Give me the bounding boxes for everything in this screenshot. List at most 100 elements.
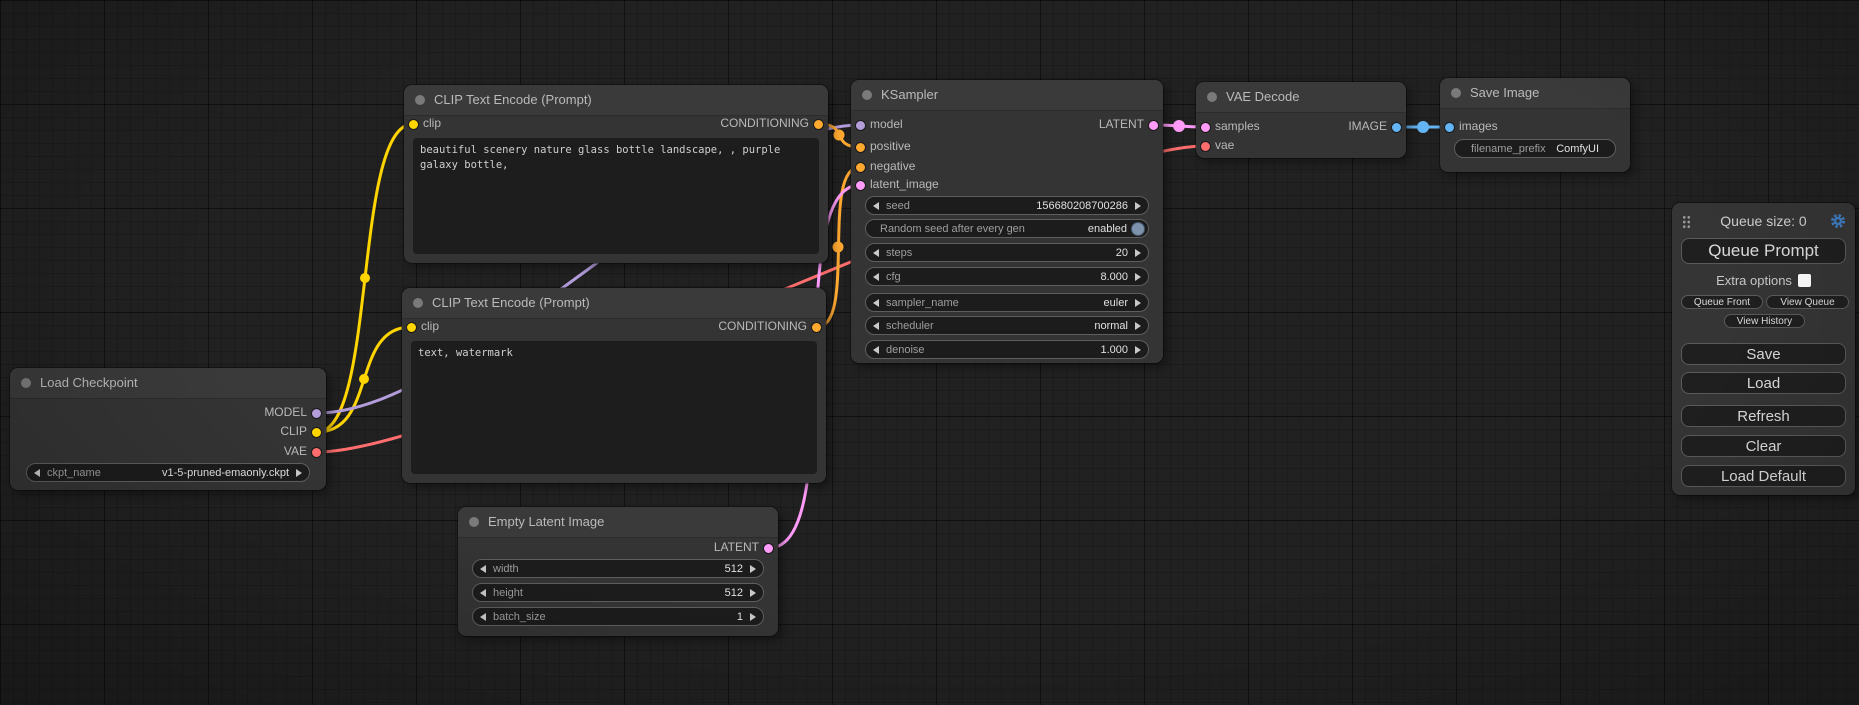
input-port-positive[interactable] (855, 142, 866, 153)
widget-batch-size[interactable]: batch_size 1 (472, 607, 764, 626)
decrement-arrow-icon[interactable] (480, 613, 486, 621)
prompt-textarea[interactable]: text, watermark (411, 341, 817, 474)
decrement-arrow-icon[interactable] (34, 469, 40, 477)
increment-arrow-icon[interactable] (1135, 273, 1141, 281)
input-port-vae[interactable] (1200, 141, 1211, 152)
input-port-model[interactable] (855, 120, 866, 131)
node-title-bar[interactable]: Save Image (1440, 78, 1630, 109)
output-port-image[interactable] (1391, 122, 1402, 133)
widget-ckpt-name[interactable]: ckpt_name v1-5-pruned-emaonly.ckpt (26, 463, 310, 482)
collapse-dot-icon[interactable] (469, 517, 479, 527)
node-title-bar[interactable]: Load Checkpoint (10, 368, 326, 399)
increment-arrow-icon[interactable] (750, 565, 756, 573)
decrement-arrow-icon[interactable] (873, 249, 879, 257)
settings-gear-icon[interactable] (1830, 213, 1846, 229)
collapse-dot-icon[interactable] (1207, 92, 1217, 102)
output-port-vae[interactable] (311, 447, 322, 458)
widget-label: ckpt_name (47, 467, 101, 479)
node-clip-text-encode-negative[interactable]: CLIP Text Encode (Prompt) clip CONDITION… (402, 288, 826, 483)
collapse-dot-icon[interactable] (862, 90, 872, 100)
save-button[interactable]: Save (1681, 343, 1846, 365)
node-title: Save Image (1470, 85, 1539, 100)
input-port-clip[interactable] (408, 119, 419, 130)
widget-value: 156680208700286 (910, 200, 1128, 212)
input-port-negative[interactable] (855, 162, 866, 173)
node-ksampler[interactable]: KSampler model positive negative latent_… (851, 80, 1163, 363)
increment-arrow-icon[interactable] (1135, 249, 1141, 257)
decrement-arrow-icon[interactable] (873, 346, 879, 354)
decrement-arrow-icon[interactable] (873, 299, 879, 307)
widget-seed[interactable]: seed 156680208700286 (865, 196, 1149, 215)
slot-label: positive (870, 139, 911, 153)
increment-arrow-icon[interactable] (750, 589, 756, 597)
increment-arrow-icon[interactable] (1135, 299, 1141, 307)
load-button[interactable]: Load (1681, 372, 1846, 394)
wire-midpoint-dot (834, 130, 845, 141)
extra-options-checkbox[interactable] (1798, 274, 1811, 287)
collapse-dot-icon[interactable] (21, 378, 31, 388)
node-clip-text-encode-positive[interactable]: CLIP Text Encode (Prompt) clip CONDITION… (404, 85, 828, 263)
node-title-bar[interactable]: CLIP Text Encode (Prompt) (402, 288, 826, 319)
widget-denoise[interactable]: denoise 1.000 (865, 340, 1149, 359)
input-port-samples[interactable] (1200, 122, 1211, 133)
widget-sampler-name[interactable]: sampler_name euler (865, 293, 1149, 312)
increment-arrow-icon[interactable] (296, 469, 302, 477)
load-default-button[interactable]: Load Default (1681, 465, 1846, 487)
widget-cfg[interactable]: cfg 8.000 (865, 267, 1149, 286)
queue-panel[interactable]: Queue size: 0 Queue Prompt Extra options… (1672, 203, 1855, 495)
widget-filename-prefix[interactable]: filename_prefix ComfyUI (1454, 139, 1616, 158)
view-history-button[interactable]: View History (1724, 314, 1805, 328)
decrement-arrow-icon[interactable] (873, 202, 879, 210)
queue-front-button[interactable]: Queue Front (1681, 295, 1763, 309)
input-slot-negative: negative (851, 159, 915, 175)
output-port-clip[interactable] (311, 427, 322, 438)
slot-label: clip (421, 319, 439, 333)
node-title-bar[interactable]: CLIP Text Encode (Prompt) (404, 85, 828, 116)
collapse-dot-icon[interactable] (413, 298, 423, 308)
output-port-conditioning[interactable] (811, 322, 822, 333)
view-queue-button[interactable]: View Queue (1766, 295, 1849, 309)
widget-label: width (493, 563, 519, 575)
output-port-model[interactable] (311, 408, 322, 419)
slot-label: CLIP (280, 424, 307, 438)
clear-button[interactable]: Clear (1681, 435, 1846, 457)
prompt-textarea[interactable]: beautiful scenery nature glass bottle la… (413, 138, 819, 254)
decrement-arrow-icon[interactable] (480, 565, 486, 573)
input-port-latent-image[interactable] (855, 180, 866, 191)
wire-midpoint-dot (359, 374, 369, 384)
decrement-arrow-icon[interactable] (480, 589, 486, 597)
widget-label: sampler_name (886, 297, 959, 309)
collapse-dot-icon[interactable] (1451, 88, 1461, 98)
widget-steps[interactable]: steps 20 (865, 243, 1149, 262)
widget-width[interactable]: width 512 (472, 559, 764, 578)
increment-arrow-icon[interactable] (750, 613, 756, 621)
collapse-dot-icon[interactable] (415, 95, 425, 105)
widget-random-seed-toggle[interactable]: Random seed after every gen enabled (865, 219, 1149, 238)
decrement-arrow-icon[interactable] (873, 322, 879, 330)
node-title-bar[interactable]: KSampler (851, 80, 1163, 111)
wire-midpoint-dot (1417, 121, 1429, 133)
refresh-button[interactable]: Refresh (1681, 405, 1846, 427)
queue-prompt-button[interactable]: Queue Prompt (1681, 238, 1846, 264)
widget-height[interactable]: height 512 (472, 583, 764, 602)
increment-arrow-icon[interactable] (1135, 202, 1141, 210)
toggle-enabled-icon[interactable] (1131, 222, 1145, 236)
widget-label: denoise (886, 344, 925, 356)
decrement-arrow-icon[interactable] (873, 273, 879, 281)
input-port-images[interactable] (1444, 122, 1455, 133)
output-port-latent[interactable] (763, 543, 774, 554)
increment-arrow-icon[interactable] (1135, 322, 1141, 330)
widget-value: 20 (912, 247, 1128, 259)
input-port-clip[interactable] (406, 322, 417, 333)
increment-arrow-icon[interactable] (1135, 346, 1141, 354)
node-title-bar[interactable]: Empty Latent Image (458, 507, 778, 538)
output-port-conditioning[interactable] (813, 119, 824, 130)
node-title-bar[interactable]: VAE Decode (1196, 82, 1406, 113)
node-load-checkpoint[interactable]: Load Checkpoint MODEL CLIP VAE ckpt_name… (10, 368, 326, 490)
node-vae-decode[interactable]: VAE Decode samples vae IMAGE (1196, 82, 1406, 158)
output-port-latent[interactable] (1148, 120, 1159, 131)
extra-options-row: Extra options (1672, 273, 1855, 288)
widget-scheduler[interactable]: scheduler normal (865, 316, 1149, 335)
node-save-image[interactable]: Save Image images filename_prefix ComfyU… (1440, 78, 1630, 172)
node-empty-latent-image[interactable]: Empty Latent Image LATENT width 512 heig… (458, 507, 778, 636)
